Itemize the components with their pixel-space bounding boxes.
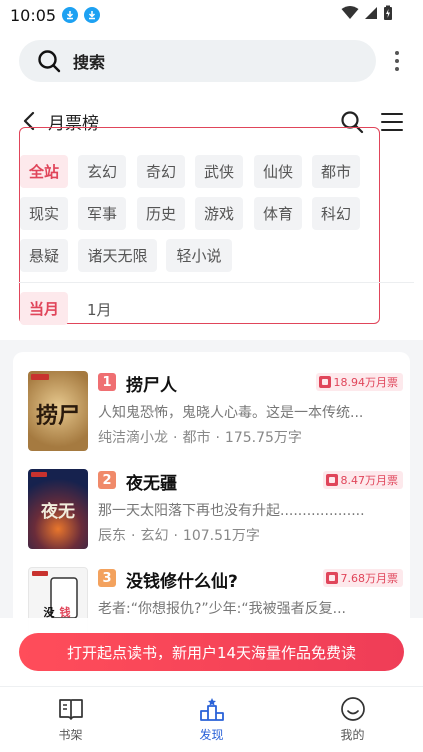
status-time: 10:05 [10,5,57,25]
more-menu-button[interactable] [387,49,407,73]
ticket-icon [325,572,338,584]
signal-icon [365,7,377,19]
category-chip[interactable]: 军事 [78,197,126,230]
category-chip[interactable]: 科幻 [312,197,360,230]
book-meta: 辰东 · 玄幻 · 107.51万字 [98,528,260,544]
book-genre: 玄幻 [140,528,169,544]
cover-title-art: 没 [44,605,56,619]
podium-icon [199,698,224,721]
book-description: 人知鬼恐怖，鬼晓人心毒。这是一本传统... [98,405,364,421]
rank-badge: 3 [98,569,116,587]
search-row: 搜索 [19,40,419,82]
download-icon [84,7,101,23]
book-cover: 捞尸 [28,371,88,451]
battery-icon [384,5,392,20]
nav-profile[interactable]: 我的 [282,687,423,752]
book-icon [58,699,83,720]
book-words: 175.75万字 [224,430,302,446]
book-cover: 夜无 [28,469,88,549]
category-chip[interactable]: 体育 [254,197,302,230]
search-label: 搜索 [73,53,106,72]
category-chip[interactable]: 悬疑 [20,239,68,272]
promo-bar: 打开起点读书，新用户14天海量作品免费读 [0,618,423,686]
rank-badge: 2 [98,471,116,489]
ticket-count: 18.94万月票 [333,376,399,389]
nav-bookshelf[interactable]: 书架 [0,687,141,752]
book-item[interactable]: 捞尸 1 捞尸人 18.94万月票 人知鬼恐怖，鬼晓人心毒。这是一本传统... … [28,371,403,459]
category-chip-all[interactable]: 全站 [20,155,68,188]
search-input[interactable]: 搜索 [19,40,376,82]
status-indicators [341,5,393,21]
category-chip[interactable]: 诸天无限 [78,239,157,272]
nav-discover[interactable]: 发现 [141,687,282,752]
book-description: 老者:“你想报仇?”少年:“我被强者反复... [98,601,346,617]
nav-label: 我的 [340,728,365,742]
bottom-nav: 书架 发现 我的 [0,686,423,752]
ticket-count: 8.47万月票 [340,474,399,487]
book-title: 没钱修什么仙? [126,572,238,592]
ticket-icon [325,474,338,486]
book-author: 纯洁滴小龙 [98,430,168,446]
book-title: 捞尸人 [126,376,177,396]
category-chip[interactable]: 都市 [312,155,360,188]
period-chip-current-month[interactable]: 当月 [20,292,68,325]
book-genre: 都市 [182,430,211,446]
category-chip[interactable]: 武侠 [195,155,243,188]
svg-text:钱: 钱 [60,605,71,619]
wifi-icon [341,6,359,19]
divider [18,282,414,283]
nav-label: 发现 [199,728,224,742]
book-words: 107.51万字 [182,528,260,544]
status-bar: 10:05 [0,0,423,30]
nav-label: 书架 [58,728,83,742]
open-app-promo-button[interactable]: 打开起点读书，新用户14天海量作品免费读 [19,633,404,671]
book-description: 那一天太阳落下再也没有升起................... [98,503,365,519]
ticket-badge: 7.68万月票 [322,569,403,587]
search-icon [38,50,61,73]
category-chip[interactable]: 仙侠 [254,155,302,188]
category-chip[interactable]: 历史 [137,197,185,230]
smile-icon [340,697,365,721]
category-chip[interactable]: 游戏 [195,197,243,230]
book-meta: 纯洁滴小龙 · 都市 · 175.75万字 [98,430,302,446]
ticket-count: 7.68万月票 [340,572,399,585]
cover-title-art: 捞尸 [36,403,80,429]
cover-title-art: 夜无 [40,501,75,522]
download-icon [62,7,79,23]
ticket-badge: 8.47万月票 [322,471,403,489]
rank-badge: 1 [98,373,116,391]
ranking-list: 捞尸 1 捞尸人 18.94万月票 人知鬼恐怖，鬼晓人心毒。这是一本传统... … [13,352,410,652]
category-chip[interactable]: 玄幻 [78,155,126,188]
book-title: 夜无疆 [126,474,177,494]
menu-icon[interactable] [381,113,403,131]
book-author: 辰东 [98,528,126,544]
month-selector[interactable]: 1月 [87,299,112,320]
ticket-badge: 18.94万月票 [315,373,403,391]
category-chip[interactable]: 奇幻 [137,155,185,188]
ticket-icon [318,376,331,388]
category-chip[interactable]: 轻小说 [166,239,232,272]
book-item[interactable]: 夜无 2 夜无疆 8.47万月票 那一天太阳落下再也没有升起..........… [28,469,403,557]
category-chip[interactable]: 现实 [20,197,68,230]
